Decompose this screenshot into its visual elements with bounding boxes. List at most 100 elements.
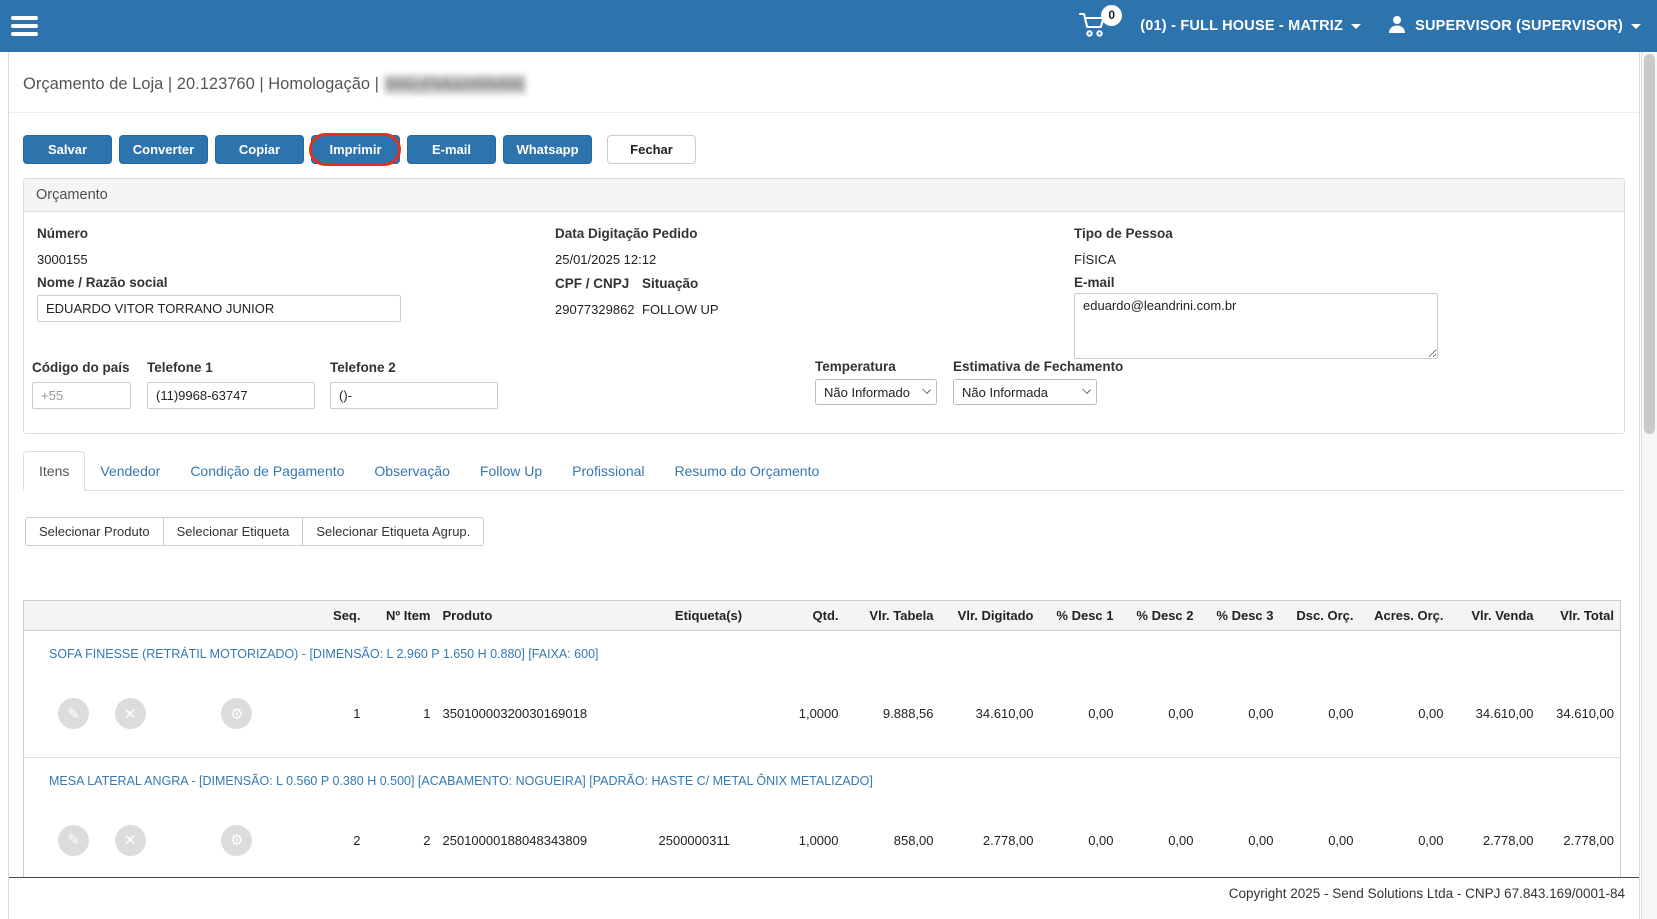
col-etiqueta: Etiqueta(s) bbox=[652, 600, 765, 631]
gear-icon[interactable]: ⚙ bbox=[221, 824, 253, 856]
item-title-row: SOFA FINESSE (RETRÁTIL MOTORIZADO) - [DI… bbox=[24, 631, 1621, 672]
email-textarea[interactable]: eduardo@leandrini.com.br bbox=[1074, 293, 1438, 359]
cell-seq: 2 bbox=[353, 832, 361, 848]
table-row: ✎ ✕ ⚙ 2 2 25010000188048343809 250000031… bbox=[24, 798, 1621, 878]
cell-desc2: 0,00 bbox=[1168, 706, 1194, 722]
data-digitacao-label: Data Digitação Pedido bbox=[555, 226, 698, 241]
cart-button[interactable]: 0 bbox=[1078, 4, 1123, 42]
selecionar-etiqueta-button[interactable]: Selecionar Etiqueta bbox=[162, 517, 304, 546]
copiar-button[interactable]: Copiar bbox=[215, 135, 304, 164]
temperatura-label: Temperatura bbox=[815, 359, 896, 374]
tab-resumo-orcamento[interactable]: Resumo do Orçamento bbox=[660, 452, 835, 490]
tab-bar: Itens Vendedor Condição de Pagamento Obs… bbox=[23, 448, 1625, 491]
converter-button[interactable]: Converter bbox=[119, 135, 208, 164]
product-title[interactable]: SOFA FINESSE (RETRÁTIL MOTORIZADO) - [DI… bbox=[24, 631, 1621, 672]
col-dsc-orc: Dsc. Orç. bbox=[1279, 600, 1360, 631]
vertical-scrollbar[interactable] bbox=[1641, 52, 1657, 919]
copyright-text: Copyright 2025 - Send Solutions Ltda - C… bbox=[1228, 886, 1625, 902]
col-desc2: % Desc 2 bbox=[1119, 600, 1200, 631]
situacao-label: Situação bbox=[642, 276, 699, 291]
gear-icon[interactable]: ⚙ bbox=[221, 698, 253, 730]
nome-input[interactable] bbox=[37, 295, 401, 322]
tab-follow-up[interactable]: Follow Up bbox=[465, 452, 557, 490]
delete-icon[interactable]: ✕ bbox=[114, 698, 146, 730]
salvar-button[interactable]: Salvar bbox=[23, 135, 112, 164]
telefone2-label: Telefone 2 bbox=[330, 360, 396, 375]
whatsapp-button[interactable]: Whatsapp bbox=[503, 135, 592, 164]
cell-vlr-total: 34.610,00 bbox=[1556, 706, 1614, 722]
telefone1-label: Telefone 1 bbox=[147, 360, 213, 375]
cell-acres-orc: 0,00 bbox=[1418, 832, 1444, 848]
tipo-pessoa-label: Tipo de Pessoa bbox=[1074, 226, 1173, 241]
selecionar-produto-button[interactable]: Selecionar Produto bbox=[25, 517, 164, 546]
cell-qtd: 1,0000 bbox=[798, 832, 839, 848]
selecionar-etiqueta-agrup-button[interactable]: Selecionar Etiqueta Agrup. bbox=[302, 517, 485, 546]
table-row: ✎ ✕ ⚙ 1 1 35010000320030169018 1,0000 9.… bbox=[24, 671, 1621, 757]
temperatura-select[interactable]: Não Informado bbox=[815, 379, 937, 405]
cell-vlr-digitado: 34.610,00 bbox=[975, 706, 1034, 722]
selector-button-group: Selecionar Produto Selecionar Etiqueta S… bbox=[25, 517, 1625, 546]
col-vlr-venda: Vlr. Venda bbox=[1449, 600, 1540, 631]
tab-condicao-pagamento[interactable]: Condição de Pagamento bbox=[175, 452, 359, 490]
col-vlr-digitado: Vlr. Digitado bbox=[939, 600, 1040, 631]
tab-observacao[interactable]: Observação bbox=[359, 452, 464, 490]
orcamento-panel-title: Orçamento bbox=[24, 179, 1624, 212]
cell-vlr-tabela: 9.888,56 bbox=[882, 706, 934, 722]
user-menu-label: SUPERVISOR (SUPERVISOR) bbox=[1415, 18, 1623, 34]
data-digitacao-value: 25/01/2025 12:12 bbox=[555, 252, 657, 267]
cell-dsc-orc: 0,00 bbox=[1328, 706, 1354, 722]
scrollbar-thumb[interactable] bbox=[1644, 54, 1655, 434]
cell-vlr-venda: 2.778,00 bbox=[1482, 832, 1534, 848]
tab-vendedor[interactable]: Vendedor bbox=[85, 452, 175, 490]
cell-item: 1 bbox=[423, 706, 431, 722]
product-title[interactable]: MESA LATERAL ANGRA - [DIMENSÃO: L 0.560 … bbox=[23, 756, 1621, 798]
cell-acres-orc: 0,00 bbox=[1418, 706, 1444, 722]
edit-icon[interactable]: ✎ bbox=[58, 824, 89, 856]
orcamento-panel: Orçamento Número 3000155 Data Digitação … bbox=[23, 178, 1625, 434]
page-frame: Orçamento de Loja | 20.123760 | Homologa… bbox=[8, 52, 1640, 919]
hamburger-menu-icon[interactable] bbox=[11, 12, 38, 40]
cell-vlr-total: 2.778,00 bbox=[1563, 832, 1614, 848]
col-produto: Produto bbox=[436, 600, 653, 631]
col-desc1: % Desc 1 bbox=[1039, 600, 1120, 631]
cpf-value: 29077329862 bbox=[555, 302, 635, 317]
imprimir-button[interactable]: Imprimir bbox=[311, 135, 400, 164]
email-button[interactable]: E-mail bbox=[407, 135, 496, 164]
cart-icon bbox=[1078, 12, 1108, 42]
main-content: Salvar Converter Copiar Imprimir E-mail … bbox=[9, 113, 1639, 878]
user-menu[interactable]: SUPERVISOR (SUPERVISOR) bbox=[1387, 14, 1641, 38]
email-label: E-mail bbox=[1074, 275, 1115, 290]
col-vlr-tabela: Vlr. Tabela bbox=[844, 600, 940, 631]
tab-profissional[interactable]: Profissional bbox=[557, 452, 659, 490]
codigo-pais-input[interactable] bbox=[32, 382, 131, 409]
cart-count-badge: 0 bbox=[1101, 4, 1123, 26]
redacted-text: SIG_FULLHOUSE bbox=[383, 75, 527, 94]
page-title: Orçamento de Loja | 20.123760 | Homologa… bbox=[23, 75, 379, 93]
cell-item: 2 bbox=[423, 832, 431, 848]
table-header-row: Seq. Nº Item Produto Etiqueta(s) Qtd. Vl… bbox=[23, 600, 1621, 631]
telefone2-input[interactable] bbox=[330, 382, 498, 409]
cpf-label: CPF / CNPJ bbox=[555, 276, 630, 291]
cell-dsc-orc: 0,00 bbox=[1328, 832, 1354, 848]
store-selector[interactable]: (01) - FULL HOUSE - MATRIZ bbox=[1140, 18, 1362, 34]
estimativa-select[interactable]: Não Informada bbox=[953, 379, 1097, 405]
chevron-down-icon bbox=[1351, 23, 1362, 29]
cell-vlr-digitado: 2.778,00 bbox=[982, 832, 1034, 848]
cell-desc1: 0,00 bbox=[1088, 706, 1114, 722]
items-table: Seq. Nº Item Produto Etiqueta(s) Qtd. Vl… bbox=[23, 600, 1621, 878]
cell-produto: 35010000320030169018 bbox=[442, 706, 588, 722]
tipo-pessoa-value: FÍSICA bbox=[1074, 252, 1116, 267]
tab-itens[interactable]: Itens bbox=[23, 451, 86, 491]
situacao-value: FOLLOW UP bbox=[642, 302, 719, 317]
footer: Copyright 2025 - Send Solutions Ltda - C… bbox=[9, 877, 1639, 919]
cell-seq: 1 bbox=[353, 706, 361, 722]
edit-icon[interactable]: ✎ bbox=[58, 698, 89, 730]
telefone1-input[interactable] bbox=[147, 382, 315, 409]
col-item: Nº Item bbox=[366, 600, 437, 631]
chevron-down-icon bbox=[1631, 23, 1641, 29]
delete-icon[interactable]: ✕ bbox=[114, 824, 146, 856]
fechar-button[interactable]: Fechar bbox=[607, 135, 696, 164]
cell-desc2: 0,00 bbox=[1168, 832, 1194, 848]
breadcrumb: Orçamento de Loja | 20.123760 | Homologa… bbox=[9, 52, 1639, 113]
toolbar: Salvar Converter Copiar Imprimir E-mail … bbox=[23, 133, 1625, 166]
